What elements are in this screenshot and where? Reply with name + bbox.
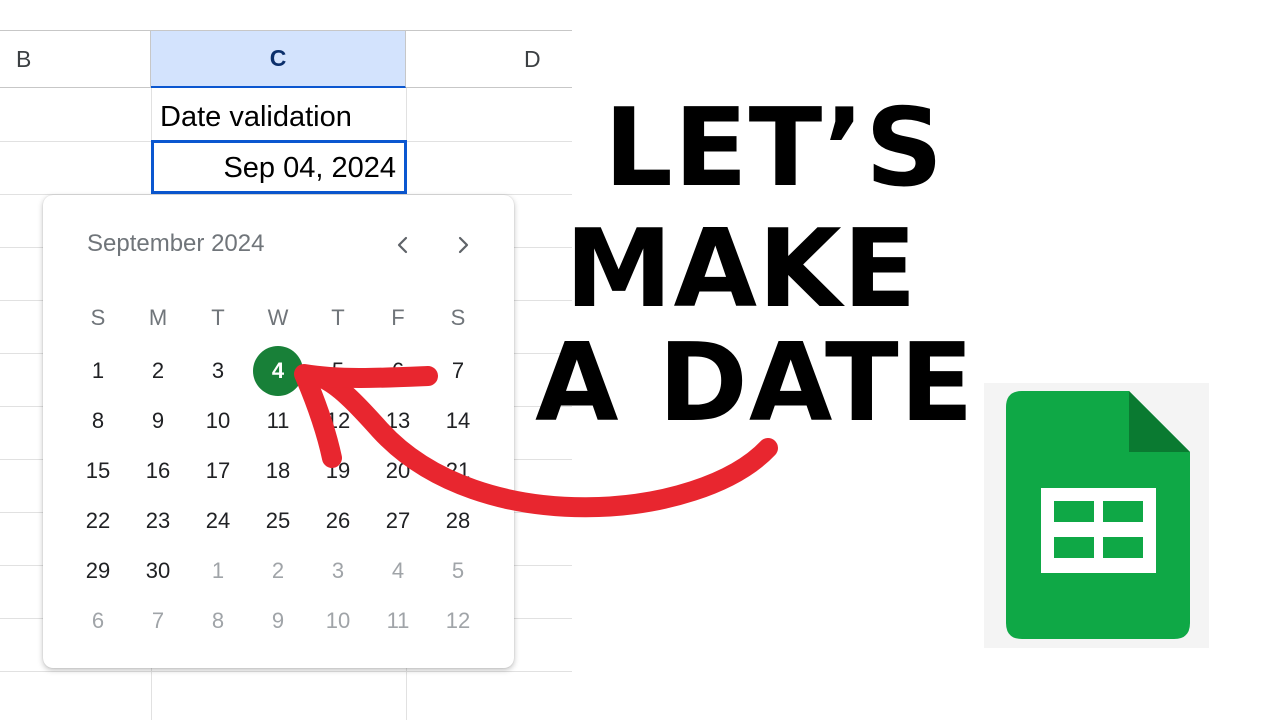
weekday-mon: M bbox=[148, 305, 168, 330]
calendar-day[interactable]: 28 bbox=[433, 496, 483, 546]
calendar-day[interactable]: 2 bbox=[253, 546, 303, 596]
calendar-day[interactable]: 21 bbox=[433, 446, 483, 496]
calendar-day[interactable]: 24 bbox=[193, 496, 243, 546]
cell-c2-date[interactable]: Sep 04, 2024 bbox=[151, 140, 407, 194]
next-month-button[interactable] bbox=[447, 229, 479, 261]
calendar-day[interactable]: 4 bbox=[373, 546, 423, 596]
calendar-day-selected[interactable]: 4 bbox=[253, 346, 303, 396]
weekday-tue: T bbox=[211, 305, 225, 330]
weekday-sun: S bbox=[90, 305, 106, 330]
calendar-day[interactable]: 27 bbox=[373, 496, 423, 546]
calendar-day[interactable]: 22 bbox=[73, 496, 123, 546]
calendar-day[interactable]: 16 bbox=[133, 446, 183, 496]
weekday-fri: F bbox=[391, 305, 405, 330]
calendar-day[interactable]: 12 bbox=[313, 396, 363, 446]
chevron-left-icon bbox=[397, 236, 408, 254]
google-sheets-icon bbox=[1006, 391, 1190, 639]
picker-month-label: September 2024 bbox=[87, 230, 265, 257]
calendar-day[interactable]: 20 bbox=[373, 446, 423, 496]
column-header-d[interactable]: D bbox=[406, 30, 572, 88]
row-divider bbox=[0, 671, 572, 672]
calendar-day[interactable]: 10 bbox=[193, 396, 243, 446]
calendar-day[interactable]: 3 bbox=[313, 546, 363, 596]
date-picker-popup: September 2024 S M T W T F S 1 2 3 4 5 6 7 8 9 10… bbox=[43, 195, 514, 668]
headline-line-1: LET’S bbox=[604, 86, 945, 211]
cell-c1[interactable]: Date validation bbox=[152, 89, 406, 141]
calendar-day[interactable]: 11 bbox=[373, 596, 423, 646]
calendar-day[interactable]: 6 bbox=[373, 346, 423, 396]
calendar-day[interactable]: 9 bbox=[133, 396, 183, 446]
calendar-day[interactable]: 8 bbox=[73, 396, 123, 446]
headline-line-2: MAKE bbox=[565, 207, 918, 332]
calendar-day[interactable]: 2 bbox=[133, 346, 183, 396]
chevron-right-icon bbox=[458, 236, 469, 254]
calendar-day[interactable]: 17 bbox=[193, 446, 243, 496]
calendar-day[interactable]: 10 bbox=[313, 596, 363, 646]
calendar-day[interactable]: 18 bbox=[253, 446, 303, 496]
weekday-wed: W bbox=[267, 305, 289, 330]
calendar-day[interactable]: 7 bbox=[433, 346, 483, 396]
headline-line-3: A DATE bbox=[535, 321, 975, 446]
weekday-thu: T bbox=[331, 305, 345, 330]
google-sheets-logo bbox=[984, 383, 1209, 648]
calendar-day[interactable]: 1 bbox=[73, 346, 123, 396]
calendar-day[interactable]: 26 bbox=[313, 496, 363, 546]
calendar-day[interactable]: 5 bbox=[313, 346, 363, 396]
calendar-day[interactable]: 30 bbox=[133, 546, 183, 596]
calendar-day[interactable]: 25 bbox=[253, 496, 303, 546]
calendar-day[interactable]: 9 bbox=[253, 596, 303, 646]
calendar-day[interactable]: 8 bbox=[193, 596, 243, 646]
column-header-b[interactable]: B bbox=[0, 30, 151, 88]
calendar-day[interactable]: 19 bbox=[313, 446, 363, 496]
calendar-day[interactable]: 15 bbox=[73, 446, 123, 496]
calendar-day[interactable]: 13 bbox=[373, 396, 423, 446]
calendar-day[interactable]: 12 bbox=[433, 596, 483, 646]
calendar-day[interactable]: 1 bbox=[193, 546, 243, 596]
column-header-c[interactable]: C bbox=[151, 30, 406, 88]
calendar-day[interactable]: 3 bbox=[193, 346, 243, 396]
calendar-day[interactable]: 11 bbox=[253, 396, 303, 446]
prev-month-button[interactable] bbox=[387, 229, 419, 261]
calendar-day[interactable]: 23 bbox=[133, 496, 183, 546]
calendar-day[interactable]: 5 bbox=[433, 546, 483, 596]
weekday-sat: S bbox=[450, 305, 466, 330]
calendar-day[interactable]: 14 bbox=[433, 396, 483, 446]
calendar-day[interactable]: 6 bbox=[73, 596, 123, 646]
calendar-day[interactable]: 7 bbox=[133, 596, 183, 646]
calendar-day[interactable]: 29 bbox=[73, 546, 123, 596]
